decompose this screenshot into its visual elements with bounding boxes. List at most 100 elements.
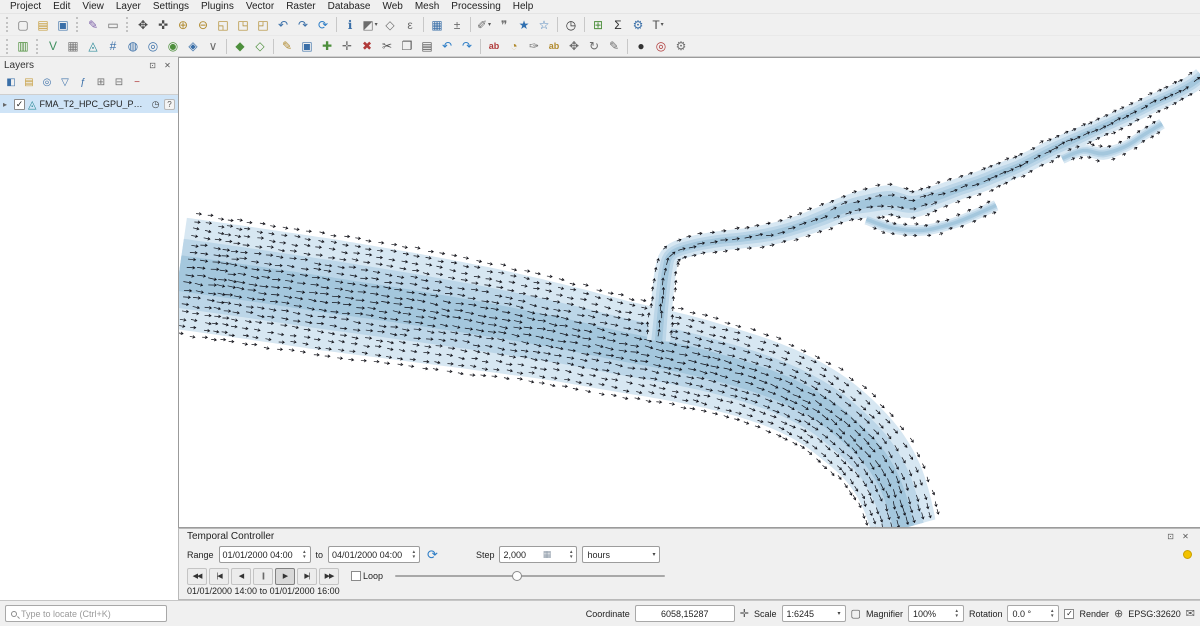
layer-labeling-icon[interactable]: ab [484,37,504,56]
add-vector-layer-icon[interactable]: V [43,37,63,56]
menu-edit[interactable]: Edit [47,0,76,14]
temporal-step-forward-button[interactable]: ▶| [297,568,317,585]
new-bookmark-icon[interactable]: ★ [514,15,534,34]
temporal-controller-icon[interactable]: ◷ [561,15,581,34]
spinner[interactable]: ▲▼ [569,550,573,559]
add-group-icon[interactable]: ▤ [21,75,37,91]
style-manager-icon[interactable]: ✎ [83,15,103,34]
layer-visibility-checkbox[interactable]: ✓ [14,99,25,110]
menu-view[interactable]: View [76,0,110,14]
menu-database[interactable]: Database [322,0,377,14]
menu-help[interactable]: Help [507,0,540,14]
save-project-icon[interactable]: ▣ [53,15,73,34]
zoom-out-icon[interactable]: ⊖ [193,15,213,34]
layer-diagram-icon[interactable]: ◔ [504,37,524,56]
map-tips-icon[interactable]: ❞ [494,15,514,34]
loop-checkbox[interactable] [351,571,361,581]
identify-features-icon[interactable]: ℹ [340,15,360,34]
locate-search-input[interactable]: Type to locate (Ctrl+K) [5,605,167,622]
refresh-map-icon[interactable]: ⟳ [313,15,333,34]
deselect-features-icon[interactable]: ◇ [380,15,400,34]
panel-close-icon[interactable]: ✕ [1179,530,1192,543]
layer-item[interactable]: ▸ ✓ ◬ FMA_T2_HPC_GPU_PU1_10 ◷ ? [0,95,178,113]
rotation-input[interactable]: 0.0 ° ▲▼ [1007,605,1059,622]
menu-web[interactable]: Web [376,0,408,14]
layout-manager-icon[interactable]: ▭ [103,15,123,34]
messages-icon[interactable]: ✉ [1186,607,1195,620]
undo-icon[interactable]: ↶ [437,37,457,56]
zoom-to-layer-icon[interactable]: ◰ [253,15,273,34]
vertex-tool-icon[interactable]: ✛ [337,37,357,56]
zoom-next-icon[interactable]: ↷ [293,15,313,34]
scale-combo[interactable]: 1:6245 ▾ [782,605,846,622]
range-end-input[interactable]: 04/01/2000 04:00 ▲▼ [328,546,420,563]
spinner[interactable]: ▲▼ [1050,609,1054,618]
new-geopackage-layer-icon[interactable]: ◆ [230,37,250,56]
new-project-icon[interactable]: ▢ [13,15,33,34]
layer-indicator-icon[interactable]: ? [164,99,175,110]
temporal-skip-to-end-button[interactable]: ▶▶ [319,568,339,585]
pin-labels-icon[interactable]: ✑ [524,37,544,56]
panel-float-icon[interactable]: ⊡ [146,59,159,72]
add-wfs-layer-icon[interactable]: ◈ [183,37,203,56]
expand-arrow-icon[interactable]: ▸ [3,100,11,109]
panel-close-icon[interactable]: ✕ [161,59,174,72]
toggle-editing-icon[interactable]: ✎ [277,37,297,56]
filter-legend-icon[interactable]: ▽ [57,75,73,91]
field-calculator-icon[interactable]: ± [447,15,467,34]
menu-layer[interactable]: Layer [110,0,147,14]
processing-toolbox-icon[interactable]: ⚙ [628,15,648,34]
remove-layer-icon[interactable]: − [129,75,145,91]
range-start-input[interactable]: 01/01/2000 04:00 ▲▼ [219,546,311,563]
layer-name[interactable]: FMA_T2_HPC_GPU_PU1_10 [39,99,147,109]
manage-map-themes-icon[interactable]: ◎ [39,75,55,91]
menu-settings[interactable]: Settings [147,0,195,14]
save-layer-edits-icon[interactable]: ▣ [297,37,317,56]
lock-scale-icon[interactable]: ▢ [851,607,861,620]
change-label-icon[interactable]: ✎ [604,37,624,56]
spinner[interactable]: ▲▼ [412,550,416,559]
step-input[interactable]: 2,000 ▦ ▲▼ [499,546,577,563]
map-canvas[interactable] [178,57,1200,528]
menu-plugins[interactable]: Plugins [195,0,240,14]
temporal-rewind-button[interactable]: ◀◀ [187,568,207,585]
label-toolbar-icon[interactable]: T▾ [648,15,668,34]
paste-features-icon[interactable]: ▤ [417,37,437,56]
delete-selected-icon[interactable]: ✖ [357,37,377,56]
magnifier-input[interactable]: 100% ▲▼ [908,605,964,622]
add-virtual-layer-icon[interactable]: ∨ [203,37,223,56]
slider-handle[interactable] [512,571,522,581]
step-unit-combo[interactable]: hours ▾ [582,546,660,563]
add-raster-layer-icon[interactable]: ▦ [63,37,83,56]
zoom-in-icon[interactable]: ⊕ [173,15,193,34]
select-features-icon[interactable]: ◩▾ [360,15,380,34]
temporal-play-button[interactable]: ▶ [275,568,295,585]
coordinate-capture-icon[interactable]: ◎ [651,37,671,56]
menu-project[interactable]: Project [4,0,47,14]
pan-to-selection-icon[interactable]: ✜ [153,15,173,34]
panel-float-icon[interactable]: ⊡ [1164,530,1177,543]
menu-mesh[interactable]: Mesh [409,0,445,14]
show-bookmarks-icon[interactable]: ☆ [534,15,554,34]
menu-processing[interactable]: Processing [445,0,506,14]
pan-map-icon[interactable]: ✥ [133,15,153,34]
highlight-pinned-labels-icon[interactable]: ab [544,37,564,56]
add-wms-layer-icon[interactable]: ◉ [163,37,183,56]
rotate-label-icon[interactable]: ↻ [584,37,604,56]
osm-place-search-icon[interactable]: ● [631,37,651,56]
expand-all-icon[interactable]: ⊞ [93,75,109,91]
refresh-range-button[interactable]: ⟳ [427,547,438,563]
crs-globe-icon[interactable]: ⊕ [1114,607,1123,620]
redo-icon[interactable]: ↷ [457,37,477,56]
zoom-full-icon[interactable]: ◱ [213,15,233,34]
render-checkbox[interactable]: ✓ [1064,609,1074,619]
menu-vector[interactable]: Vector [240,0,280,14]
crs-label[interactable]: EPSG:32620 [1128,609,1181,619]
new-shapefile-layer-icon[interactable]: ◇ [250,37,270,56]
collapse-all-icon[interactable]: ⊟ [111,75,127,91]
new-map-view-icon[interactable]: ⊞ [588,15,608,34]
coordinate-input[interactable]: 6058,15287 [635,605,735,622]
plugin-settings-icon[interactable]: ⚙ [671,37,691,56]
add-feature-icon[interactable]: ✚ [317,37,337,56]
add-postgis-layer-icon[interactable]: ◍ [123,37,143,56]
